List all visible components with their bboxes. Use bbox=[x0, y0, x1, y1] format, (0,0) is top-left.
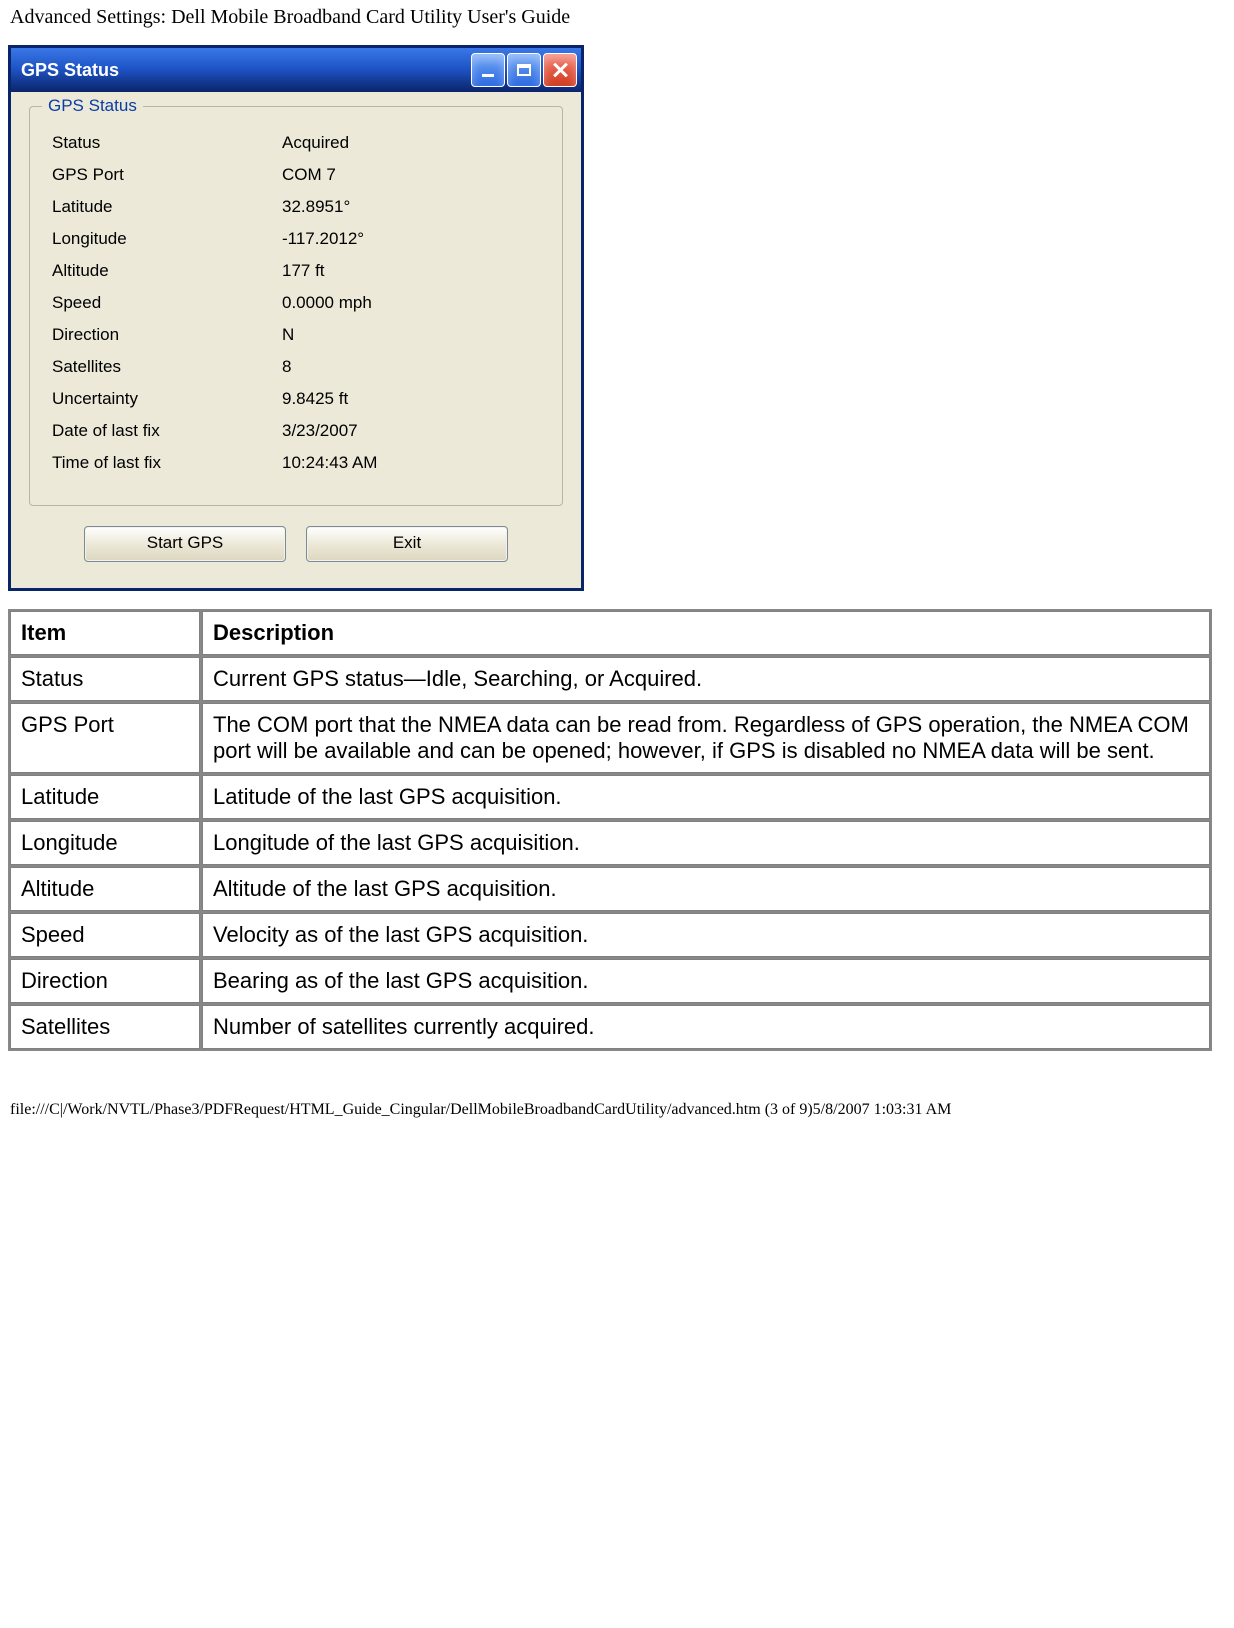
direction-row: Direction N bbox=[52, 325, 548, 345]
altitude-value: 177 ft bbox=[282, 261, 325, 281]
time-of-last-fix-label: Time of last fix bbox=[52, 453, 282, 473]
desc-cell: Current GPS status—Idle, Searching, or A… bbox=[202, 657, 1210, 701]
table-row: Latitude Latitude of the last GPS acquis… bbox=[10, 775, 1210, 819]
status-label: Status bbox=[52, 133, 282, 153]
table-row: Longitude Longitude of the last GPS acqu… bbox=[10, 821, 1210, 865]
table-row: Direction Bearing as of the last GPS acq… bbox=[10, 959, 1210, 1003]
maximize-icon bbox=[517, 64, 531, 76]
latitude-row: Latitude 32.8951° bbox=[52, 197, 548, 217]
start-gps-button[interactable]: Start GPS bbox=[84, 526, 286, 562]
item-cell: Longitude bbox=[10, 821, 200, 865]
item-cell: Latitude bbox=[10, 775, 200, 819]
desc-cell: Number of satellites currently acquired. bbox=[202, 1005, 1210, 1049]
time-of-last-fix-value: 10:24:43 AM bbox=[282, 453, 377, 473]
close-button[interactable] bbox=[543, 53, 577, 87]
gps-status-window: GPS Status GPS Status Status Acquired GP… bbox=[8, 45, 584, 591]
groupbox-legend: GPS Status bbox=[42, 96, 143, 116]
uncertainty-value: 9.8425 ft bbox=[282, 389, 348, 409]
gps-port-label: GPS Port bbox=[52, 165, 282, 185]
page-header: Advanced Settings: Dell Mobile Broadband… bbox=[0, 0, 1234, 35]
close-icon bbox=[552, 62, 568, 78]
direction-label: Direction bbox=[52, 325, 282, 345]
status-value: Acquired bbox=[282, 133, 349, 153]
description-table-wrap: Item Description Status Current GPS stat… bbox=[8, 609, 1226, 1051]
item-cell: Satellites bbox=[10, 1005, 200, 1049]
uncertainty-label: Uncertainty bbox=[52, 389, 282, 409]
altitude-row: Altitude 177 ft bbox=[52, 261, 548, 281]
item-cell: Speed bbox=[10, 913, 200, 957]
satellites-value: 8 bbox=[282, 357, 291, 377]
page-footer: file:///C|/Work/NVTL/Phase3/PDFRequest/H… bbox=[0, 1061, 1234, 1129]
dialog-buttons: Start GPS Exit bbox=[29, 526, 563, 566]
gps-status-groupbox: GPS Status Status Acquired GPS Port COM … bbox=[29, 106, 563, 506]
window-titlebar: GPS Status bbox=[11, 48, 581, 92]
desc-cell: Altitude of the last GPS acquisition. bbox=[202, 867, 1210, 911]
table-row: Satellites Number of satellites currentl… bbox=[10, 1005, 1210, 1049]
table-row: Speed Velocity as of the last GPS acquis… bbox=[10, 913, 1210, 957]
speed-label: Speed bbox=[52, 293, 282, 313]
speed-value: 0.0000 mph bbox=[282, 293, 372, 313]
altitude-label: Altitude bbox=[52, 261, 282, 281]
item-cell: Direction bbox=[10, 959, 200, 1003]
exit-button[interactable]: Exit bbox=[306, 526, 508, 562]
item-cell: Altitude bbox=[10, 867, 200, 911]
speed-row: Speed 0.0000 mph bbox=[52, 293, 548, 313]
satellites-label: Satellites bbox=[52, 357, 282, 377]
description-table: Item Description Status Current GPS stat… bbox=[8, 609, 1212, 1051]
titlebar-buttons bbox=[471, 53, 577, 87]
satellites-row: Satellites 8 bbox=[52, 357, 548, 377]
minimize-icon bbox=[482, 74, 494, 77]
desc-cell: Bearing as of the last GPS acquisition. bbox=[202, 959, 1210, 1003]
longitude-value: -117.2012° bbox=[282, 229, 364, 249]
header-description: Description bbox=[202, 611, 1210, 655]
latitude-value: 32.8951° bbox=[282, 197, 350, 217]
item-cell: GPS Port bbox=[10, 703, 200, 773]
maximize-button[interactable] bbox=[507, 53, 541, 87]
desc-cell: The COM port that the NMEA data can be r… bbox=[202, 703, 1210, 773]
latitude-label: Latitude bbox=[52, 197, 282, 217]
desc-cell: Longitude of the last GPS acquisition. bbox=[202, 821, 1210, 865]
desc-cell: Velocity as of the last GPS acquisition. bbox=[202, 913, 1210, 957]
longitude-row: Longitude -117.2012° bbox=[52, 229, 548, 249]
date-of-last-fix-label: Date of last fix bbox=[52, 421, 282, 441]
table-row: Altitude Altitude of the last GPS acquis… bbox=[10, 867, 1210, 911]
minimize-button[interactable] bbox=[471, 53, 505, 87]
item-cell: Status bbox=[10, 657, 200, 701]
time-of-last-fix-row: Time of last fix 10:24:43 AM bbox=[52, 453, 548, 473]
date-of-last-fix-value: 3/23/2007 bbox=[282, 421, 358, 441]
desc-cell: Latitude of the last GPS acquisition. bbox=[202, 775, 1210, 819]
table-row: GPS Port The COM port that the NMEA data… bbox=[10, 703, 1210, 773]
uncertainty-row: Uncertainty 9.8425 ft bbox=[52, 389, 548, 409]
table-header-row: Item Description bbox=[10, 611, 1210, 655]
status-row: Status Acquired bbox=[52, 133, 548, 153]
date-of-last-fix-row: Date of last fix 3/23/2007 bbox=[52, 421, 548, 441]
window-client-area: GPS Status Status Acquired GPS Port COM … bbox=[11, 92, 581, 588]
gps-port-row: GPS Port COM 7 bbox=[52, 165, 548, 185]
window-title: GPS Status bbox=[21, 60, 471, 81]
table-row: Status Current GPS status—Idle, Searchin… bbox=[10, 657, 1210, 701]
direction-value: N bbox=[282, 325, 294, 345]
header-item: Item bbox=[10, 611, 200, 655]
gps-port-value: COM 7 bbox=[282, 165, 336, 185]
longitude-label: Longitude bbox=[52, 229, 282, 249]
